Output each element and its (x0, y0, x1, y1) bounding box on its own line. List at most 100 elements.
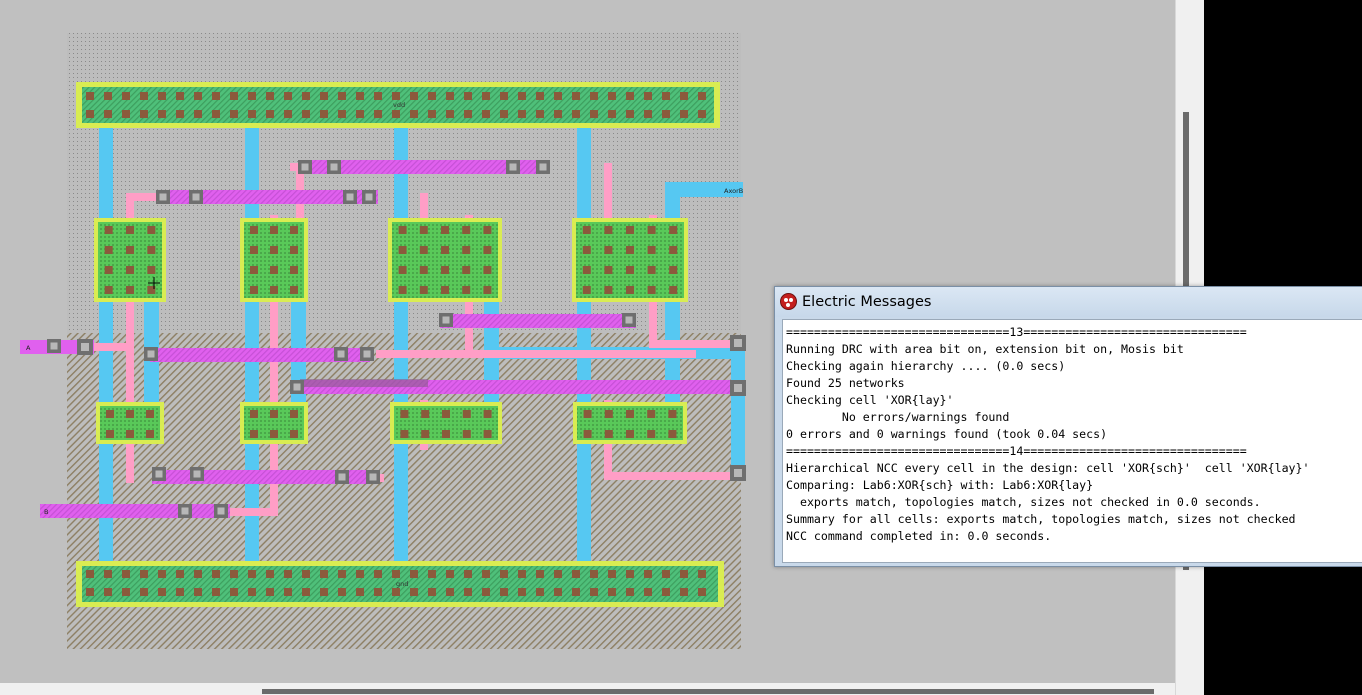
diffusion-contact (582, 226, 591, 234)
diffusion-contact (536, 570, 544, 578)
messages-titlebar[interactable]: Electric Messages (775, 287, 1362, 317)
diffusion-contact (392, 588, 400, 596)
diffusion-contact (421, 430, 430, 438)
diffusion-contact (590, 570, 598, 578)
diffusion-contact (572, 110, 580, 118)
diffusion-contact (647, 226, 656, 234)
message-line: exports match, topologies match, sizes n… (786, 495, 1261, 509)
diffusion-contact (290, 226, 298, 234)
diffusion-contact (500, 588, 508, 596)
diffusion-contact (410, 588, 418, 596)
diffusion-contact (270, 226, 278, 234)
diffusion-contact (374, 588, 382, 596)
diffusion-contact (441, 226, 449, 234)
diffusion-contact (500, 110, 508, 118)
diffusion-contact (669, 246, 678, 254)
via-contact-core (365, 193, 373, 201)
diffusion-contact (284, 570, 292, 578)
diffusion-contact (483, 226, 492, 234)
diffusion-contact (608, 570, 616, 578)
diffusion-contact (356, 110, 364, 118)
diffusion-contact (320, 588, 328, 596)
diffusion-contact (518, 570, 526, 578)
diffusion-contact (140, 110, 148, 118)
diffusion-contact (680, 92, 688, 100)
message-line: Checking again hierarchy .... (0.0 secs) (786, 359, 1066, 373)
horizontal-scroll-thumb[interactable] (262, 689, 1154, 694)
diffusion-contact (626, 430, 634, 438)
diffusion-contact (266, 588, 274, 596)
diffusion-contact (669, 266, 678, 274)
diffusion-contact (647, 266, 656, 274)
via-contact-core (509, 163, 517, 171)
diffusion-contact (441, 246, 449, 254)
diffusion-contact (608, 92, 616, 100)
via-contact-core (734, 469, 742, 477)
messages-text-area[interactable]: ================================13======… (782, 319, 1362, 563)
diffusion-contact (483, 286, 492, 294)
diffusion-contact (441, 286, 449, 294)
diffusion-contact (126, 246, 134, 254)
diffusion-contact (647, 286, 656, 294)
diffusion-contact (86, 588, 94, 596)
diffusion-contact (462, 246, 471, 254)
diffusion-contact (158, 92, 166, 100)
gnd-label: gnd (396, 580, 408, 588)
axorb-export-label: AxorB (724, 187, 743, 195)
diffusion-contact (104, 92, 112, 100)
diffusion-contact (647, 430, 656, 438)
diffusion-contact (284, 588, 292, 596)
diffusion-contact (356, 588, 364, 596)
diffusion-contact (462, 430, 471, 438)
diffusion-contact (482, 92, 490, 100)
via-contact-core (625, 316, 633, 324)
diffusion-contact (446, 588, 454, 596)
diffusion-contact (126, 286, 134, 294)
diffusion-contact (86, 92, 94, 100)
diffusion-contact (392, 110, 400, 118)
messages-window[interactable]: Electric Messages ======================… (774, 286, 1362, 567)
diffusion-contact (590, 110, 598, 118)
via-contact-core (539, 163, 547, 171)
diffusion-contact (518, 110, 526, 118)
diffusion-contact (536, 110, 544, 118)
messages-window-title: Electric Messages (802, 294, 932, 310)
diffusion-contact (536, 92, 544, 100)
diffusion-contact (647, 246, 656, 254)
diffusion-contact (582, 246, 591, 254)
diffusion-contact (302, 588, 310, 596)
diffusion-contact (410, 92, 418, 100)
diffusion-contact (320, 92, 328, 100)
via-contact-core (363, 350, 371, 358)
diffusion-contact (590, 588, 598, 596)
diffusion-contact (483, 246, 492, 254)
diffusion-contact (270, 246, 278, 254)
diffusion-contact (626, 226, 634, 234)
electric-app-icon (780, 293, 797, 310)
diffusion-contact (442, 410, 450, 418)
message-line: ================================13======… (786, 325, 1247, 339)
diffusion-contact (554, 92, 562, 100)
via-contact-core (217, 507, 225, 515)
a-export-label: A (26, 344, 31, 352)
diffusion-contact (398, 286, 407, 294)
diffusion-contact (248, 92, 256, 100)
diffusion-contact (464, 588, 472, 596)
diffusion-contact (518, 92, 526, 100)
diffusion-contact (302, 570, 310, 578)
diffusion-contact (462, 286, 471, 294)
diffusion-contact (140, 570, 148, 578)
diffusion-contact (590, 92, 598, 100)
via-contact-core (192, 193, 200, 201)
diffusion-contact (338, 588, 346, 596)
diffusion-contact (398, 246, 407, 254)
diffusion-contact (400, 430, 409, 438)
diffusion-contact (126, 430, 134, 438)
diffusion-contact (536, 588, 544, 596)
diffusion-contact (250, 410, 258, 418)
diffusion-contact (176, 588, 184, 596)
message-line: ================================14======… (786, 444, 1247, 458)
diffusion-contact (482, 570, 490, 578)
diffusion-contact (338, 92, 346, 100)
message-line: Comparing: Lab6:XOR{sch} with: Lab6:XOR{… (786, 478, 1094, 492)
